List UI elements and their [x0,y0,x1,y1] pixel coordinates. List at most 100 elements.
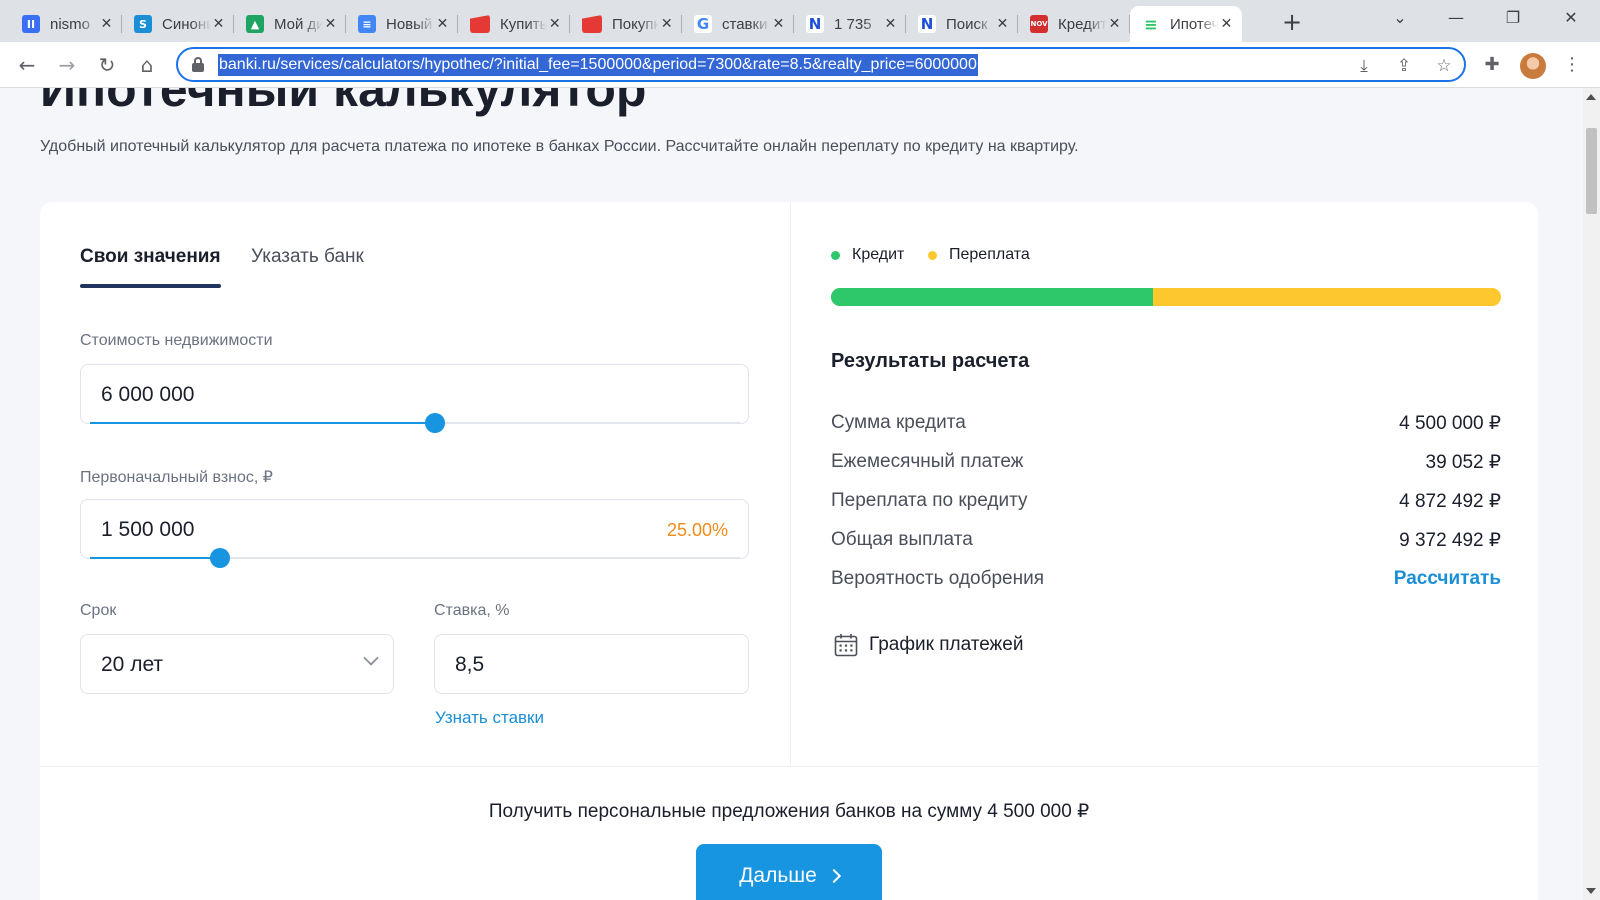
close-window-button[interactable]: ✕ [1556,8,1586,27]
browser-tab[interactable]: Покупка✕ [570,6,682,42]
close-tab-icon[interactable]: ✕ [211,16,226,32]
address-bar[interactable]: banki.ru/services/calculators/hypothec/?… [176,47,1466,82]
browser-tab-title[interactable]: Купить [500,16,547,33]
blue-n-favicon-icon: N [806,15,824,33]
term-value[interactable]: 20 лет [101,653,163,677]
close-tab-icon[interactable]: ✕ [1219,16,1234,32]
close-tab-icon[interactable]: ✕ [771,16,786,32]
property-price-slider[interactable] [90,413,740,433]
initial-fee-slider-fill [90,557,220,559]
close-tab-icon[interactable]: ✕ [1107,16,1122,32]
legend-credit: Кредит [831,246,904,264]
close-tab-icon[interactable]: ✕ [547,16,562,32]
browser-tab-title[interactable]: Новый документ [386,16,435,33]
close-tab-icon[interactable]: ✕ [435,16,450,32]
property-price-value[interactable]: 6 000 000 [101,383,194,407]
profile-avatar[interactable] [1520,53,1546,79]
rate-label: Ставка, % [434,602,510,619]
home-button[interactable]: ⌂ [134,52,160,78]
close-tab-icon[interactable]: ✕ [659,16,674,32]
install-app-icon[interactable]: ⤓ [1353,55,1375,77]
tab-choose-bank[interactable]: Указать банк [251,246,364,268]
purple-pause-favicon-icon: II [22,15,40,33]
rate-input[interactable]: 8,5 [434,634,749,694]
result-row-approval-probability: Вероятность одобрения Рассчитать [831,568,1501,592]
browser-tab[interactable]: N Поиск ✕ [906,6,1018,42]
property-price-slider-thumb[interactable] [424,413,445,433]
chevron-down-icon[interactable] [363,650,379,666]
reload-button[interactable]: ↻ [94,52,120,78]
initial-fee-input[interactable]: 1 500 000 25.00% [80,499,749,559]
result-label: Сумма кредита [831,412,966,433]
term-select[interactable]: 20 лет [80,634,394,694]
property-price-slider-fill [90,422,435,424]
next-button[interactable]: Дальше [696,844,882,900]
result-label: Переплата по кредиту [831,490,1028,511]
url-text[interactable]: banki.ru/services/calculators/hypothec/?… [218,54,978,76]
browser-menu-icon[interactable]: ⋮ [1560,53,1584,77]
browser-tab[interactable]: S Синонимы✕ [122,6,234,42]
rate-value[interactable]: 8,5 [455,653,484,677]
browser-tab-title[interactable]: Поиск [946,16,995,33]
browser-tab[interactable]: NOV Кредит ✕ [1018,6,1130,42]
initial-fee-value[interactable]: 1 500 000 [101,518,194,542]
property-price-input[interactable]: 6 000 000 [80,364,749,424]
scroll-up-arrow-icon[interactable] [1586,94,1596,100]
back-button[interactable]: ← [14,52,40,78]
browser-tab-title[interactable]: Мой диск [274,16,323,33]
extensions-puzzle-icon[interactable]: ✚ [1480,53,1504,77]
close-tab-icon[interactable]: ✕ [995,16,1010,32]
browser-tab[interactable]: II nismo ✕ [10,6,122,42]
browser-tab[interactable]: ▲ Мой диск✕ [234,6,346,42]
browser-tab-title[interactable]: Синонимы [162,16,211,33]
browser-tab[interactable]: ≡ Новый документ✕ [346,6,458,42]
result-row-total-payment: Общая выплата 9 372 492 ₽ [831,529,1501,553]
close-tab-icon[interactable]: ✕ [323,16,338,32]
result-value: 9 372 492 ₽ [1399,530,1501,551]
browser-tab[interactable]: Купить ✕ [458,6,570,42]
red-flag-favicon-icon [582,15,602,33]
result-row-loan-amount: Сумма кредита 4 500 000 ₽ [831,412,1501,436]
forward-button[interactable]: → [54,52,80,78]
row-divider [40,766,1538,767]
scrollbar-thumb[interactable] [1586,128,1597,214]
payment-schedule-label[interactable]: График платежей [869,634,1023,656]
browser-tab-title[interactable]: 1 735 [834,16,883,33]
close-tab-icon[interactable]: ✕ [99,16,114,32]
initial-fee-slider-thumb[interactable] [210,548,230,568]
tab-search-chevron-icon[interactable]: ⌄ [1385,8,1415,27]
lock-icon[interactable] [192,57,204,72]
result-label: Общая выплата [831,529,973,550]
calculate-approval-link[interactable]: Рассчитать [1394,568,1501,590]
page-scrollbar[interactable] [1583,88,1600,900]
payment-schedule-link[interactable]: График платежей [833,632,1023,658]
initial-fee-percent: 25.00% [666,520,728,540]
close-tab-icon[interactable]: ✕ [883,16,898,32]
new-tab-button[interactable]: + [1278,9,1306,37]
minimize-window-button[interactable]: — [1441,8,1471,27]
result-row-monthly-payment: Ежемесячный платеж 39 052 ₽ [831,451,1501,475]
find-rates-link[interactable]: Узнать ставки [435,708,544,728]
result-label: Ежемесячный платеж [831,451,1024,472]
chevron-right-icon[interactable] [826,868,841,884]
browser-tab-title[interactable]: Покупка [612,16,659,33]
scroll-down-arrow-icon[interactable] [1586,888,1596,894]
red-flag-favicon-icon [470,15,490,33]
browser-tab-title[interactable]: nismo [50,16,99,33]
offer-text: Получить персональные предложения банков… [488,801,1090,822]
next-button-label[interactable]: Дальше [739,864,817,888]
initial-fee-slider[interactable] [90,548,740,568]
bookmark-star-icon[interactable]: ☆ [1433,55,1455,77]
nov-favicon-icon: NOV [1030,15,1048,33]
browser-tab[interactable]: N 1 735 ✕ [794,6,906,42]
browser-tab-title[interactable]: ставки [722,16,771,33]
share-icon[interactable]: ⇪ [1393,55,1415,77]
tab-own-values[interactable]: Свои значения [80,246,221,268]
browser-tab-title[interactable]: Ипотечный [1170,16,1219,33]
browser-tab[interactable]: ≡ Ипотечный✕ [1130,6,1242,42]
browser-tab-title[interactable]: Кредит [1058,16,1107,33]
restore-window-button[interactable]: ❐ [1498,8,1528,27]
credit-overpayment-bar [831,288,1501,306]
property-price-label: Стоимость недвижимости [80,332,273,349]
browser-tab[interactable]: Gставки ✕ [682,6,794,42]
